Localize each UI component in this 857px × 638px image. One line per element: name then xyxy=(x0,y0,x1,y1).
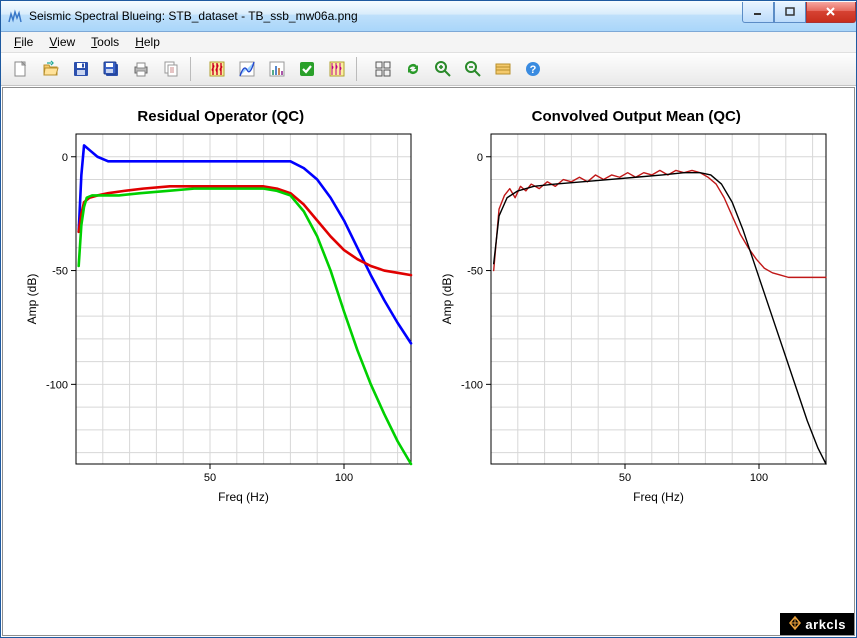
svg-text:-100: -100 xyxy=(46,379,68,391)
new-button[interactable] xyxy=(7,55,35,83)
svg-text:0: 0 xyxy=(477,152,483,164)
menu-help[interactable]: Help xyxy=(128,33,167,51)
save-button[interactable] xyxy=(67,55,95,83)
menu-file[interactable]: File xyxy=(7,33,40,51)
menu-tools[interactable]: Tools xyxy=(84,33,126,51)
brand-icon xyxy=(788,616,802,633)
chart-convolved-output: Convolved Output Mean (QC) 50 100 0 -50 -100… xyxy=(436,108,836,512)
svg-text:0: 0 xyxy=(62,152,68,164)
print-button[interactable] xyxy=(127,55,155,83)
zoom-fit-button[interactable] xyxy=(489,55,517,83)
svg-text:50: 50 xyxy=(619,472,631,484)
spectrum-button[interactable] xyxy=(323,55,351,83)
charts-container: Residual Operator (QC) 50 100 0 -50 -100 Freq… xyxy=(3,88,854,635)
svg-text:Amp (dB): Amp (dB) xyxy=(440,274,454,325)
minimize-button[interactable] xyxy=(742,2,774,23)
svg-text:50: 50 xyxy=(204,472,216,484)
window-controls xyxy=(742,2,856,22)
chart-title: Convolved Output Mean (QC) xyxy=(436,108,836,125)
toolbar-separator xyxy=(190,57,198,81)
zoom-out-button[interactable] xyxy=(459,55,487,83)
run-button[interactable] xyxy=(293,55,321,83)
chart-plot: 50 100 0 -50 -100 Freq (Hz) Amp (dB) xyxy=(21,129,421,509)
svg-text:100: 100 xyxy=(750,472,768,484)
svg-text:-100: -100 xyxy=(461,379,483,391)
svg-text:100: 100 xyxy=(335,472,353,484)
refresh-button[interactable] xyxy=(399,55,427,83)
copy-button[interactable] xyxy=(157,55,185,83)
maximize-button[interactable] xyxy=(774,2,806,23)
toolbar-separator xyxy=(356,57,364,81)
menu-bar: File View Tools Help xyxy=(1,32,856,53)
tile-button[interactable] xyxy=(369,55,397,83)
svg-text:-50: -50 xyxy=(52,266,68,278)
svg-text:Freq (Hz): Freq (Hz) xyxy=(633,490,684,504)
seismic-panel-button[interactable] xyxy=(203,55,231,83)
window-title: Seismic Spectral Blueing: STB_dataset - … xyxy=(29,9,742,23)
svg-text:?: ? xyxy=(530,64,537,76)
svg-text:-50: -50 xyxy=(467,266,483,278)
histogram-button[interactable] xyxy=(263,55,291,83)
title-bar: Seismic Spectral Blueing: STB_dataset - … xyxy=(1,1,856,32)
close-button[interactable] xyxy=(806,2,856,23)
client-area: Residual Operator (QC) 50 100 0 -50 -100 Freq… xyxy=(2,87,855,636)
zoom-in-button[interactable] xyxy=(429,55,457,83)
app-window: Seismic Spectral Blueing: STB_dataset - … xyxy=(0,0,857,638)
chart-title: Residual Operator (QC) xyxy=(21,108,421,125)
open-button[interactable] xyxy=(37,55,65,83)
brand-label: arkcls xyxy=(805,617,846,632)
help-button[interactable]: ? xyxy=(519,55,547,83)
chart-residual-operator: Residual Operator (QC) 50 100 0 -50 -100 Freq… xyxy=(21,108,421,512)
menu-view[interactable]: View xyxy=(42,33,82,51)
chart-plot: 50 100 0 -50 -100 Freq (Hz) Amp (dB) xyxy=(436,129,836,509)
save-all-button[interactable] xyxy=(97,55,125,83)
toolbar: ? xyxy=(1,53,856,86)
inversion-button[interactable] xyxy=(233,55,261,83)
svg-text:Amp (dB): Amp (dB) xyxy=(25,274,39,325)
app-icon xyxy=(7,8,23,24)
brand-badge: arkcls xyxy=(780,613,854,635)
svg-text:Freq (Hz): Freq (Hz) xyxy=(218,490,269,504)
